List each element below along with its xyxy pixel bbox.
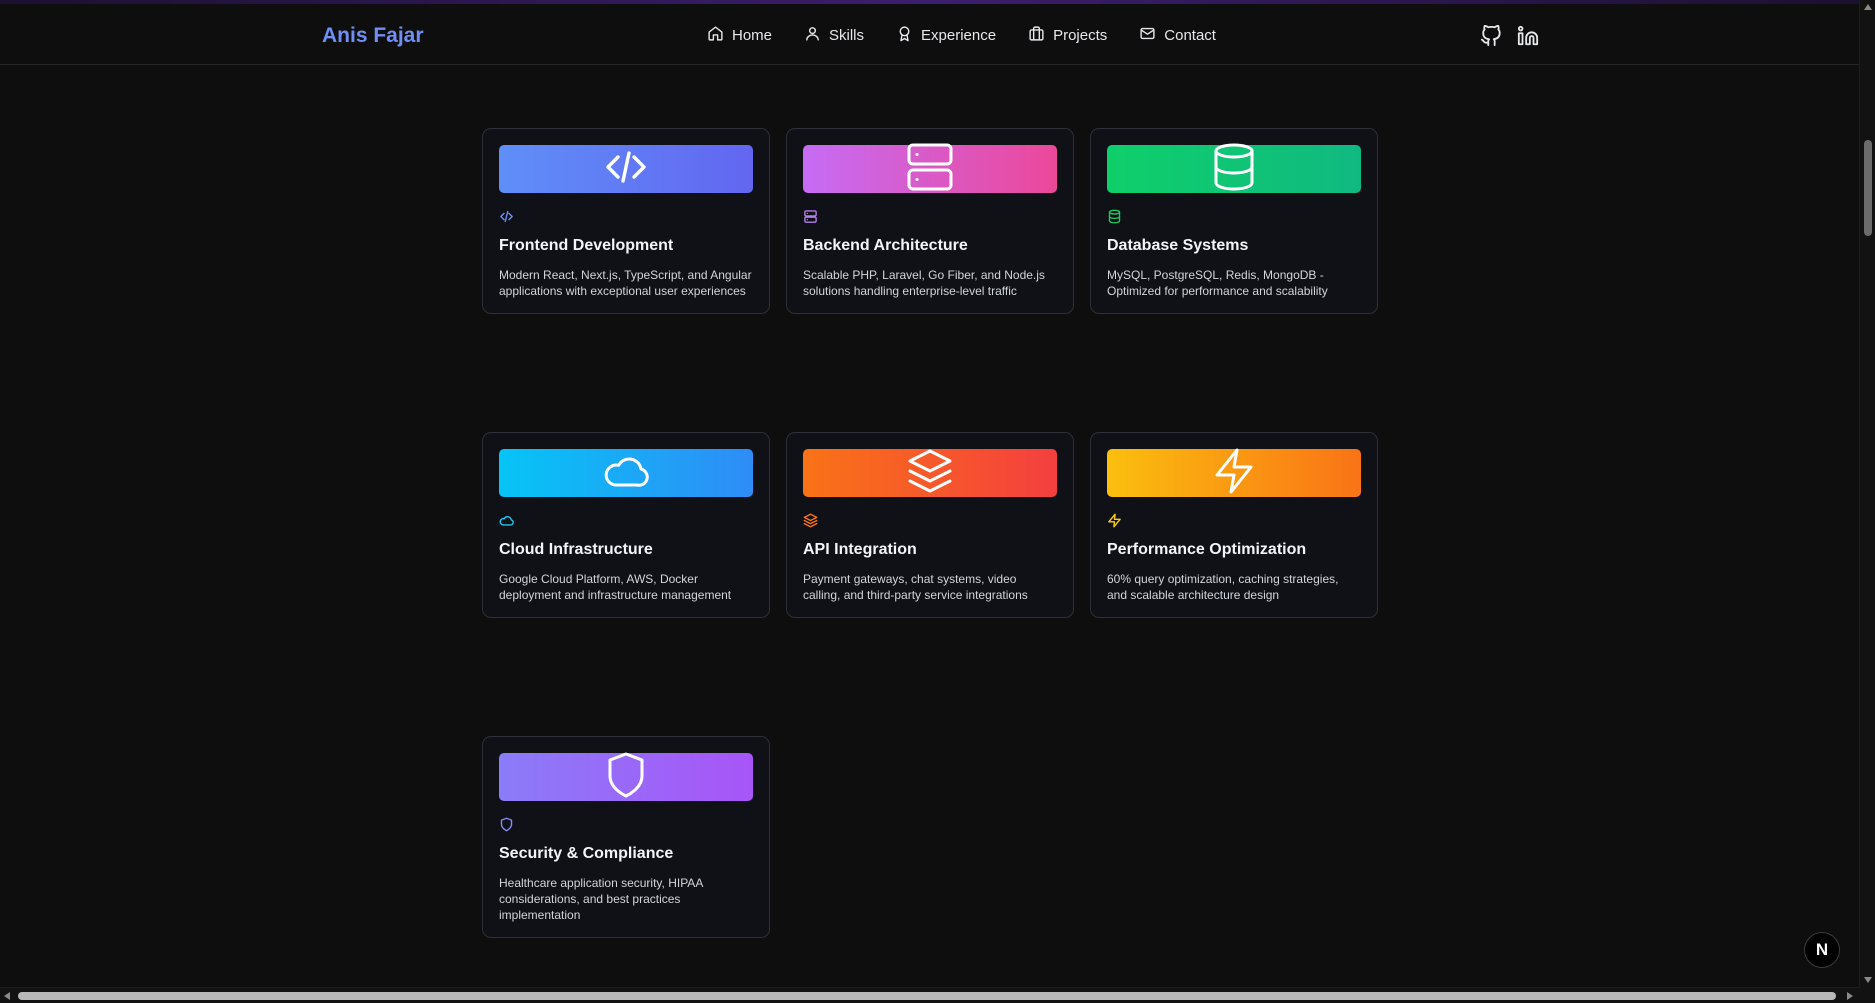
layers-icon — [803, 513, 1057, 529]
card-description: Modern React, Next.js, TypeScript, and A… — [499, 268, 752, 298]
code-icon — [602, 143, 650, 196]
shield-icon — [602, 751, 650, 804]
card-security-compliance: Security & Compliance Healthcare applica… — [482, 736, 770, 938]
layers-icon — [906, 447, 954, 500]
nav-home-label: Home — [732, 27, 773, 44]
vertical-scrollbar[interactable] — [1859, 0, 1875, 987]
card-database-systems: Database Systems MySQL, PostgreSQL, Redi… — [1090, 128, 1378, 314]
card-description: Healthcare application security, HIPAA c… — [499, 876, 703, 922]
card-cloud-infrastructure: Cloud Infrastructure Google Cloud Platfo… — [482, 432, 770, 618]
card-banner — [1107, 143, 1361, 196]
zap-icon — [1210, 447, 1258, 500]
vertical-scroll-thumb[interactable] — [1864, 140, 1872, 236]
navbar: Anis Fajar Home Skills Experience Projec… — [0, 4, 1859, 65]
card-title: API Integration — [803, 541, 917, 558]
brand-logo[interactable]: Anis Fajar — [322, 24, 424, 48]
card-banner — [803, 143, 1057, 196]
nav-projects[interactable]: Projects — [1028, 25, 1107, 46]
code-icon — [499, 209, 753, 225]
card-description: Scalable PHP, Laravel, Go Fiber, and Nod… — [803, 268, 1045, 298]
nav-projects-label: Projects — [1053, 27, 1108, 44]
card-banner — [803, 449, 1057, 497]
user-icon — [804, 25, 821, 46]
scroll-left-arrow[interactable] — [4, 992, 10, 1000]
main-nav: Home Skills Experience Projects Contact — [707, 25, 1248, 46]
horizontal-scroll-thumb[interactable] — [18, 992, 1836, 1000]
card-title: Database Systems — [1107, 237, 1249, 254]
shield-icon — [499, 817, 753, 833]
scroll-right-arrow[interactable] — [1847, 992, 1853, 1000]
cloud-icon — [499, 513, 753, 529]
database-icon — [1210, 143, 1258, 196]
server-icon — [803, 209, 1057, 225]
card-banner — [499, 751, 753, 804]
card-backend-architecture: Backend Architecture Scalable PHP, Larav… — [786, 128, 1074, 314]
nav-experience[interactable]: Experience — [896, 25, 996, 46]
nav-contact[interactable]: Contact — [1139, 25, 1216, 46]
card-description: Google Cloud Platform, AWS, Docker deplo… — [499, 572, 732, 602]
card-api-integration: API Integration Payment gateways, chat s… — [786, 432, 1074, 618]
nav-skills-label: Skills — [829, 27, 865, 44]
scrollbar-corner — [1859, 987, 1875, 1003]
card-description: Payment gateways, chat systems, video ca… — [803, 572, 1028, 602]
card-title: Security & Compliance — [499, 845, 674, 862]
card-title: Backend Architecture — [803, 237, 968, 254]
nextjs-dev-badge[interactable]: N — [1804, 932, 1840, 968]
home-icon — [707, 25, 724, 46]
github-icon — [1480, 24, 1502, 52]
card-title: Cloud Infrastructure — [499, 541, 653, 558]
card-banner — [1107, 447, 1361, 500]
server-icon — [906, 143, 954, 196]
briefcase-icon — [1028, 25, 1045, 46]
cloud-icon — [602, 447, 650, 500]
card-description: MySQL, PostgreSQL, Redis, MongoDB - Opti… — [1107, 268, 1328, 298]
mail-icon — [1139, 25, 1156, 46]
linkedin-icon — [1517, 25, 1539, 52]
database-icon — [1107, 209, 1361, 225]
award-icon — [896, 25, 913, 46]
card-performance-optimization: Performance Optimization 60% query optim… — [1090, 432, 1378, 618]
card-description: 60% query optimization, caching strategi… — [1107, 572, 1339, 602]
linkedin-link[interactable] — [1517, 25, 1539, 52]
nav-experience-label: Experience — [921, 27, 997, 44]
scroll-up-arrow[interactable] — [1864, 4, 1872, 10]
card-title: Performance Optimization — [1107, 541, 1307, 558]
card-title: Frontend Development — [499, 237, 674, 254]
card-banner — [499, 449, 753, 497]
scroll-down-arrow[interactable] — [1864, 977, 1872, 983]
zap-icon — [1107, 513, 1361, 529]
nav-skills[interactable]: Skills — [804, 25, 864, 46]
nav-contact-label: Contact — [1164, 27, 1216, 44]
horizontal-scrollbar[interactable] — [0, 987, 1875, 1003]
card-frontend-development: Frontend Development Modern React, Next.… — [482, 128, 770, 314]
nav-home[interactable]: Home — [707, 25, 772, 46]
github-link[interactable] — [1480, 24, 1502, 52]
card-banner — [499, 145, 753, 193]
